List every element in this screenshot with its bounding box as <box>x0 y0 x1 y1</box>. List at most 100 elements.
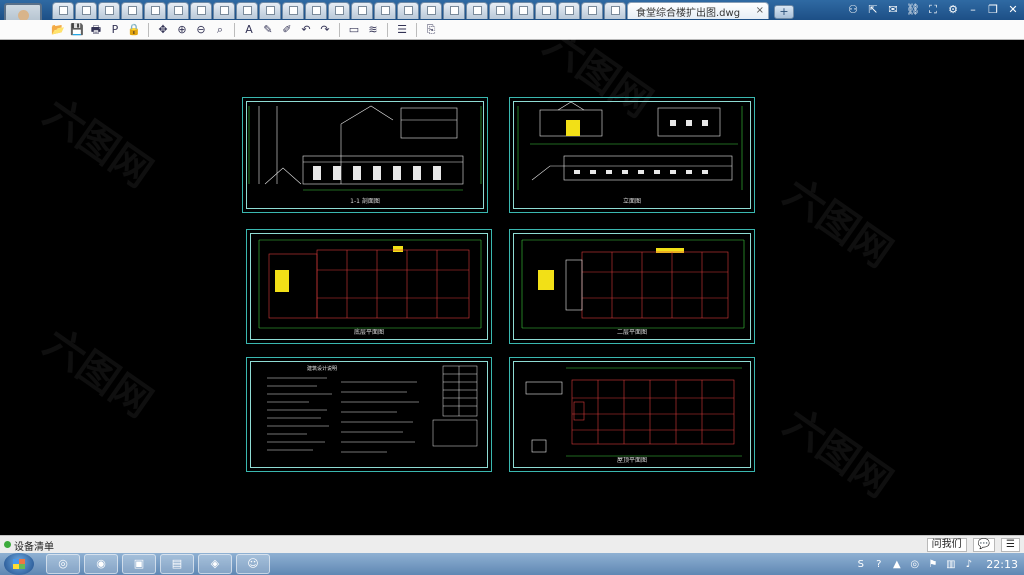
file-explorer-icon[interactable]: ▣ <box>122 554 156 574</box>
layers-icon[interactable]: ☰ <box>394 22 410 38</box>
file-icon <box>404 6 413 15</box>
highlighter-icon[interactable]: ✐ <box>279 22 295 38</box>
ask-us-button[interactable]: 问我们 <box>926 537 967 552</box>
sheet-ground-plan[interactable]: 底层平面图 <box>246 229 492 344</box>
document-tab[interactable] <box>213 2 235 19</box>
document-tab[interactable] <box>98 2 120 19</box>
document-tab[interactable] <box>351 2 373 19</box>
document-tab[interactable] <box>374 2 396 19</box>
sogou-icon[interactable]: S <box>854 558 867 571</box>
document-tab[interactable] <box>328 2 350 19</box>
close-tab-icon[interactable]: × <box>756 5 764 16</box>
network-icon[interactable]: ▥ <box>944 558 957 571</box>
measure-icon[interactable]: ▭ <box>346 22 362 38</box>
show-hidden-icon[interactable]: ▲ <box>890 558 903 571</box>
document-tab[interactable] <box>604 2 626 19</box>
system-tray: S? ▲ ◎ ⚑ ▥ ♪ 22:13 <box>854 553 1024 575</box>
text-icon[interactable]: A <box>241 22 257 38</box>
status-bar: 设备清单 <box>0 535 1024 553</box>
tab-title: 食堂综合楼扩出图.dwg <box>636 7 741 19</box>
volume-icon[interactable]: ♪ <box>962 558 975 571</box>
file-icon <box>174 6 183 15</box>
link-icon[interactable]: ⛓ <box>906 3 920 17</box>
sheet-section[interactable]: 1-1 剖面图 <box>242 97 488 213</box>
document-tab[interactable] <box>52 2 74 19</box>
file-icon <box>266 6 275 15</box>
document-tab[interactable] <box>259 2 281 19</box>
save-icon[interactable]: 💾 <box>69 22 85 38</box>
document-tab[interactable] <box>236 2 258 19</box>
export-icon[interactable]: ⎘ <box>423 22 439 38</box>
restore-icon[interactable]: ❐ <box>986 3 1000 17</box>
file-icon <box>588 6 597 15</box>
ie-browser-icon[interactable]: ◎ <box>46 554 80 574</box>
document-tab[interactable] <box>144 2 166 19</box>
document-tab[interactable] <box>75 2 97 19</box>
document-tab[interactable] <box>121 2 143 19</box>
status-right-panel: 问我们 💬 ☰ <box>926 537 1020 552</box>
toolbar-buttons: 📂 💾 🖶 P 🔒 ✥ ⊕ ⊖ ⌕ A ✎ ✐ ↶ ↷ ▭ ≋ ☰ ⎘ <box>50 21 439 39</box>
print-icon[interactable]: 🖶 <box>88 22 104 38</box>
sheet-second-plan[interactable]: 二层平面图 <box>509 229 755 344</box>
people-icon[interactable]: ⚇ <box>846 3 860 17</box>
document-tab[interactable] <box>190 2 212 19</box>
drawing-canvas[interactable]: 六图网 六图网 六图网 六图网 六图网 1-1 剖面图 立面图 底层平面图 二层… <box>0 20 1024 535</box>
share-icon[interactable]: ⇱ <box>866 3 880 17</box>
document-tab[interactable] <box>282 2 304 19</box>
document-tab[interactable] <box>397 2 419 19</box>
qq-icon[interactable]: ◎ <box>908 558 921 571</box>
zoom-window-icon[interactable]: ⌕ <box>212 22 228 38</box>
file-icon <box>450 6 459 15</box>
settings-icon[interactable]: ⚙ <box>946 3 960 17</box>
document-tab[interactable] <box>305 2 327 19</box>
flag-icon[interactable]: ⚑ <box>926 558 939 571</box>
pdf-icon[interactable]: P <box>107 22 123 38</box>
document-tab[interactable] <box>489 2 511 19</box>
dimension-icon[interactable]: ≋ <box>365 22 381 38</box>
file-icon <box>473 6 482 15</box>
paint-icon[interactable]: ◈ <box>198 554 232 574</box>
pan-icon[interactable]: ✥ <box>155 22 171 38</box>
start-button[interactable] <box>4 553 34 575</box>
file-icon <box>220 6 229 15</box>
redo-icon[interactable]: ↷ <box>317 22 333 38</box>
open-icon[interactable]: 📂 <box>50 22 66 38</box>
zoom-in-icon[interactable]: ⊕ <box>174 22 190 38</box>
document-tab[interactable] <box>443 2 465 19</box>
os-taskbar: ◎ ◉ ▣ ▤ ◈ ☺ S? ▲ ◎ ⚑ ▥ ♪ 22:13 <box>0 553 1024 575</box>
undo-icon[interactable]: ↶ <box>298 22 314 38</box>
file-icon <box>197 6 206 15</box>
sheet-roof-plan[interactable]: 屋顶平面图 <box>509 357 755 472</box>
menu-icon[interactable]: ☰ <box>1001 537 1020 552</box>
file-icon <box>151 6 160 15</box>
new-tab-button[interactable]: + <box>774 5 794 19</box>
document-tab[interactable] <box>512 2 534 19</box>
minimize-icon[interactable]: – <box>966 3 980 17</box>
active-document-tab[interactable]: 食堂综合楼扩出图.dwg × <box>627 2 769 19</box>
document-tab[interactable] <box>420 2 442 19</box>
document-tab[interactable] <box>581 2 603 19</box>
fullscreen-icon[interactable]: ⛶ <box>926 3 940 17</box>
pencil-icon[interactable]: ✎ <box>260 22 276 38</box>
file-icon <box>105 6 114 15</box>
help-icon[interactable]: ? <box>872 558 885 571</box>
media-player-icon[interactable]: ◉ <box>84 554 118 574</box>
chat-icon[interactable]: 💬 <box>972 537 996 552</box>
watermark: 六图网 <box>35 90 161 197</box>
device-list-link[interactable]: 设备清单 <box>14 538 54 553</box>
archive-icon[interactable]: ▤ <box>160 554 194 574</box>
close-icon[interactable]: ✕ <box>1006 3 1020 17</box>
document-tab[interactable] <box>535 2 557 19</box>
lock-icon[interactable]: 🔒 <box>126 22 142 38</box>
file-icon <box>381 6 390 15</box>
sheet-notes[interactable]: 建筑设计说明 <box>246 357 492 472</box>
messenger-icon[interactable]: ☺ <box>236 554 270 574</box>
document-tab[interactable] <box>466 2 488 19</box>
chat-icon[interactable]: ✉ <box>886 3 900 17</box>
sheet-elevation[interactable]: 立面图 <box>509 97 755 213</box>
file-icon <box>312 6 321 15</box>
document-tab[interactable] <box>167 2 189 19</box>
status-indicator-icon <box>4 541 11 548</box>
zoom-out-icon[interactable]: ⊖ <box>193 22 209 38</box>
sheet-title: 1-1 剖面图 <box>350 198 380 205</box>
